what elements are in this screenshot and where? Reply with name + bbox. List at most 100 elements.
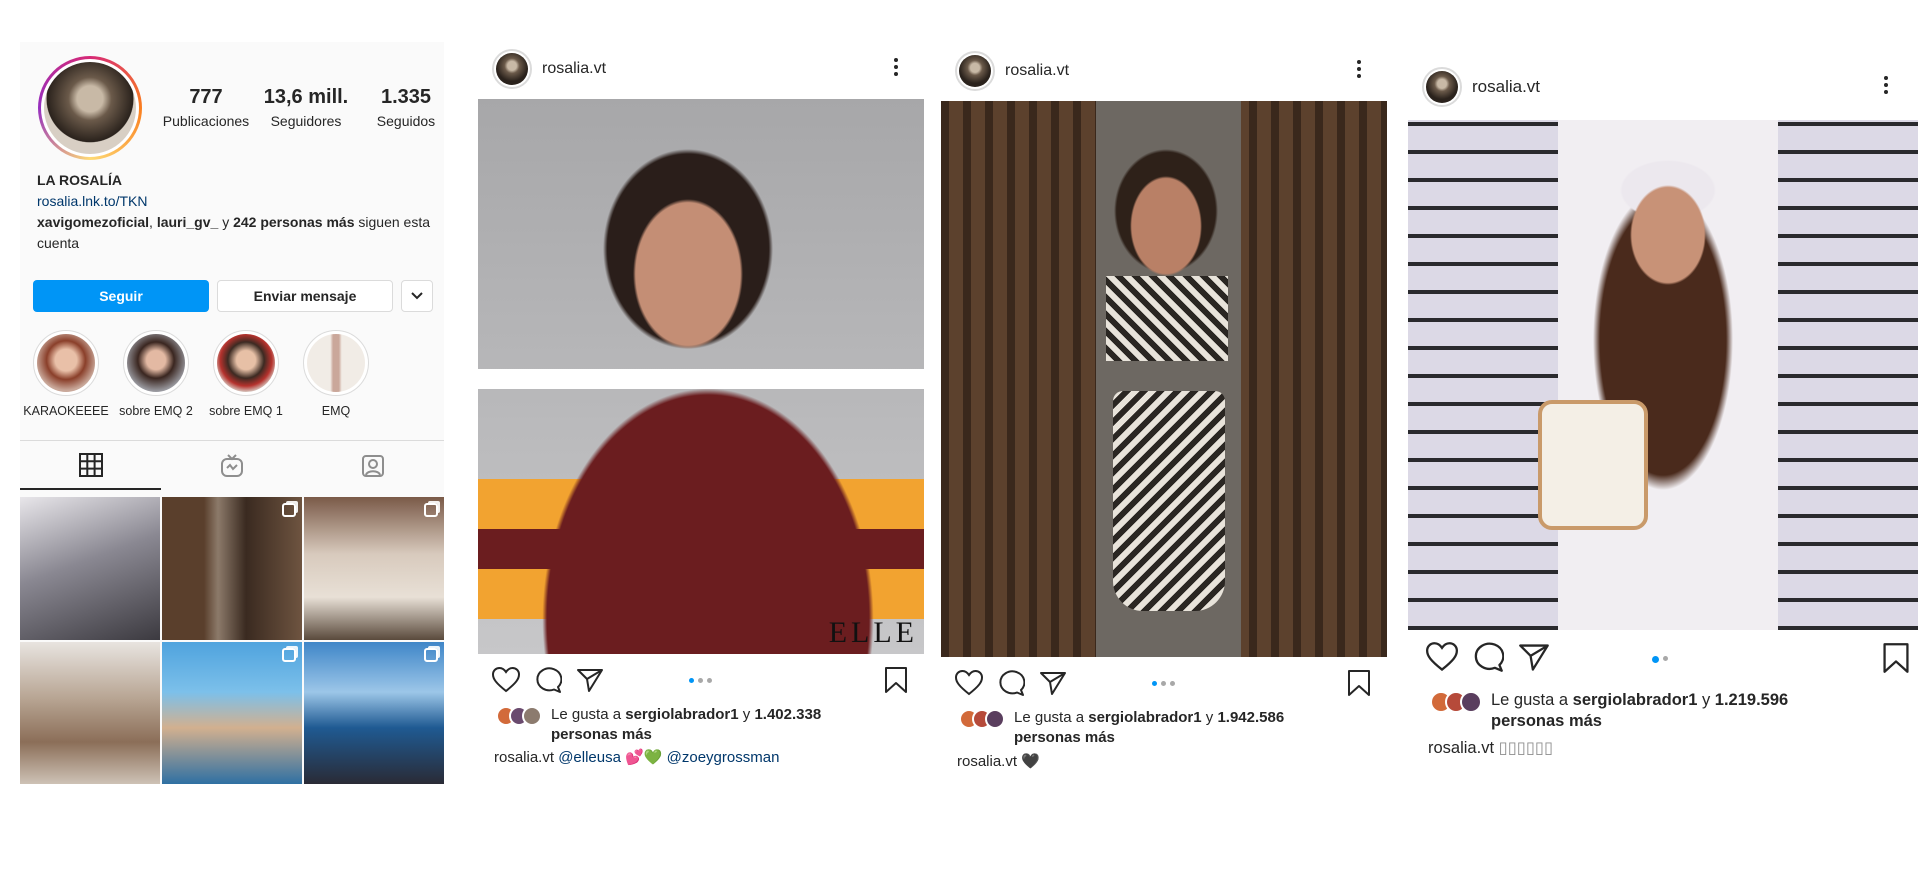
post-avatar[interactable] — [1422, 67, 1462, 107]
heart-icon[interactable] — [492, 667, 520, 693]
share-icon[interactable] — [1518, 642, 1550, 672]
heart-icon[interactable] — [1426, 642, 1458, 672]
post-likes[interactable]: Le gusta a sergiolabrador1 y 1.942.586 pe… — [959, 708, 1379, 748]
post-actions — [955, 666, 1081, 700]
tagged-icon — [362, 454, 385, 477]
post-photo[interactable]: ELLE — [478, 99, 924, 654]
post-avatar[interactable] — [955, 51, 995, 91]
highlight-sobre-emq-1[interactable]: sobre EMQ 1 — [203, 330, 289, 418]
caption-username[interactable]: rosalia.vt — [1428, 739, 1494, 757]
highlight-cover — [37, 334, 95, 392]
profile-avatar[interactable] — [38, 56, 142, 160]
highlight-label: EMQ — [321, 404, 351, 418]
bookmark-icon[interactable] — [884, 666, 908, 699]
multiple-photos-icon — [282, 648, 296, 662]
post-username[interactable]: rosalia.vt — [1005, 62, 1069, 80]
post-photo[interactable] — [1408, 120, 1918, 630]
stat-posts[interactable]: 777 Publicaciones — [158, 86, 254, 129]
grid-post[interactable] — [162, 642, 302, 784]
stat-following-label: Seguidos — [376, 113, 436, 129]
post-3: rosalia.vt Le gusta a sergiolabrador1 y … — [1408, 64, 1918, 764]
grid-post[interactable] — [20, 497, 160, 640]
grid-post[interactable] — [162, 497, 302, 640]
liker-avatar — [985, 709, 1005, 729]
liker-avatars — [496, 706, 542, 726]
caption-text: 🖤 — [1017, 753, 1040, 770]
grid-post[interactable] — [304, 497, 444, 640]
profile-tabs — [20, 440, 444, 490]
display-name: LA ROSALÍA — [37, 172, 123, 188]
more-icon[interactable] — [1356, 60, 1362, 78]
carousel-indicator — [1652, 656, 1668, 663]
stat-followers[interactable]: 13,6 mill. Seguidores — [258, 86, 354, 129]
grid-post[interactable] — [20, 642, 160, 784]
profile-bio: LA ROSALÍA rosalia.lnk.to/TKN xavigomezo… — [37, 170, 432, 254]
follower-others: 242 personas más — [233, 214, 355, 230]
post-header: rosalia.vt — [492, 46, 606, 92]
heart-icon[interactable] — [955, 670, 983, 696]
post-actions — [1426, 640, 1564, 674]
post-caption: rosalia.vt @elleusa 💕💚 @zoeygrossman — [494, 748, 914, 766]
post-actions — [492, 663, 618, 697]
post-1: rosalia.vt ELLE Le gusta a sergiolabrado… — [478, 46, 924, 776]
send-message-button[interactable]: Enviar mensaje — [217, 280, 393, 312]
outfit-skirt — [1113, 391, 1225, 611]
stat-following[interactable]: 1.335 Seguidos — [358, 86, 444, 129]
follower-user-1: xavigomezoficial — [37, 214, 150, 230]
post-photo[interactable] — [941, 101, 1387, 657]
highlight-emq[interactable]: EMQ — [293, 330, 379, 418]
follow-button[interactable]: Seguir — [33, 280, 209, 312]
more-icon[interactable] — [893, 58, 899, 76]
bookmark-icon[interactable] — [1882, 642, 1910, 679]
backpack — [1538, 400, 1648, 530]
comment-icon[interactable] — [997, 670, 1025, 696]
liker-avatar — [522, 706, 542, 726]
chevron-down-icon — [411, 292, 423, 300]
post-caption: rosalia.vt 🖤 — [957, 752, 1377, 770]
profile-actions: Seguir Enviar mensaje — [33, 280, 433, 312]
igtv-icon — [220, 453, 243, 477]
magazine-watermark: ELLE — [828, 616, 918, 649]
highlight-cover — [307, 334, 365, 392]
caption-text: ▯▯▯▯▯▯ — [1494, 739, 1554, 757]
tab-posts-grid[interactable] — [20, 441, 162, 490]
grid-post[interactable] — [304, 642, 444, 784]
post-likes[interactable]: Le gusta a sergiolabrador1 y 1.402.338 pe… — [496, 705, 916, 745]
bookmark-icon[interactable] — [1347, 669, 1371, 702]
highlight-label: sobre EMQ 1 — [209, 404, 283, 418]
caption-username[interactable]: rosalia.vt — [494, 749, 554, 766]
grid-icon — [78, 452, 103, 477]
stat-followers-label: Seguidores — [270, 113, 342, 129]
profile-panel: 777 Publicaciones 13,6 mill. Seguidores … — [20, 42, 444, 784]
followed-sep: , — [149, 214, 157, 230]
share-icon[interactable] — [1039, 670, 1067, 696]
post-username[interactable]: rosalia.vt — [1472, 77, 1540, 97]
carousel-indicator — [689, 678, 712, 683]
bio-link[interactable]: rosalia.lnk.to/TKN — [37, 191, 432, 212]
multiple-photos-icon — [424, 648, 438, 662]
highlight-label: sobre EMQ 2 — [119, 404, 193, 418]
caption-username[interactable]: rosalia.vt — [957, 753, 1017, 770]
share-icon[interactable] — [576, 667, 604, 693]
post-username[interactable]: rosalia.vt — [542, 60, 606, 78]
followed-mid: y — [218, 214, 234, 230]
carousel-indicator — [1152, 681, 1175, 686]
comment-icon[interactable] — [1472, 642, 1504, 672]
multiple-photos-icon — [424, 503, 438, 517]
tab-tagged[interactable] — [303, 441, 444, 490]
liker-avatars — [1430, 691, 1482, 713]
highlight-sobre-emq-2[interactable]: sobre EMQ 2 — [113, 330, 199, 418]
highlight-cover — [127, 334, 185, 392]
post-caption: rosalia.vt ▯▯▯▯▯▯ — [1428, 738, 1908, 758]
story-highlights: KARAOKEEEE sobre EMQ 2 sobre EMQ 1 EMQ — [23, 330, 379, 418]
comment-icon[interactable] — [534, 667, 562, 693]
followed-by-text[interactable]: xavigomezoficial, lauri_gv_ y 242 person… — [37, 214, 430, 251]
stat-following-value: 1.335 — [380, 86, 432, 108]
more-icon[interactable] — [1883, 76, 1889, 94]
post-likes[interactable]: Le gusta a sergiolabrador1 y 1.219.596 pe… — [1430, 690, 1910, 732]
suggested-dropdown-button[interactable] — [401, 280, 433, 312]
tab-igtv[interactable] — [161, 441, 302, 490]
post-avatar[interactable] — [492, 49, 532, 89]
follower-user-2: lauri_gv_ — [156, 214, 219, 230]
highlight-karaokeeee[interactable]: KARAOKEEEE — [23, 330, 109, 418]
